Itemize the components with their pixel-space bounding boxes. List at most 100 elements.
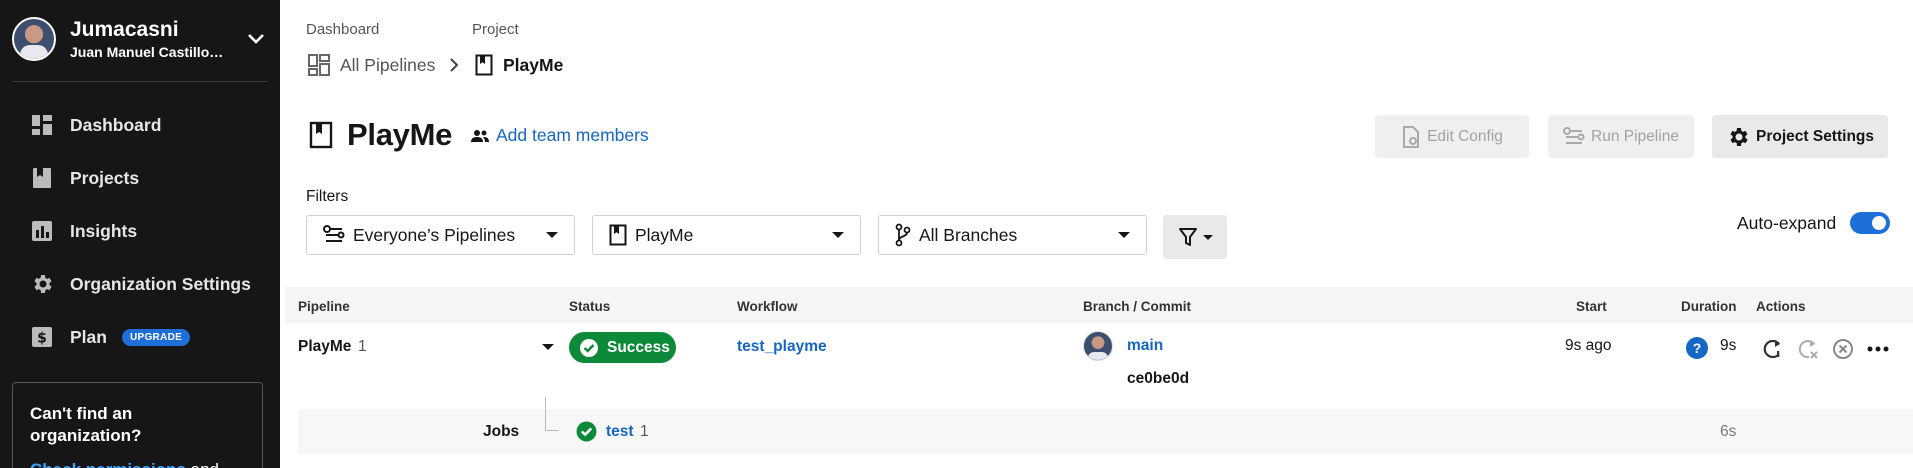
job-link[interactable]: test — [606, 423, 634, 441]
bookmark-icon — [309, 121, 333, 149]
avatar — [1083, 331, 1113, 361]
org-help-title: Can't find an organization? — [30, 404, 142, 445]
check-circle-icon — [579, 338, 599, 358]
project-settings-button[interactable]: Project Settings — [1712, 115, 1888, 158]
org-switcher[interactable]: Jumacasni Juan Manuel Castillo… — [12, 17, 268, 61]
run-pipeline-button[interactable]: Run Pipeline — [1548, 115, 1694, 158]
sidebar-item-insights[interactable]: Insights — [29, 216, 137, 246]
pipeline-number: 1 — [358, 338, 367, 355]
tree-connector — [545, 397, 559, 431]
breadcrumb-label-dashboard: Dashboard — [306, 21, 380, 38]
expand-row-caret-icon[interactable] — [542, 344, 554, 350]
dashboard-icon — [29, 112, 55, 138]
sidebar-item-projects[interactable]: Projects — [29, 163, 139, 193]
branch-icon — [895, 223, 911, 247]
org-help-text-after: and — [186, 460, 219, 468]
projects-icon — [29, 165, 55, 191]
cancel-icon[interactable] — [1831, 337, 1855, 361]
sidebar-item-label: Organization Settings — [70, 273, 251, 294]
org-help-text: Check permissions and — [30, 459, 245, 468]
more-filters-button[interactable] — [1163, 215, 1227, 259]
breadcrumb-label-project: Project — [472, 21, 519, 38]
project-filter-select[interactable]: PlayMe — [592, 215, 861, 255]
sidebar: Jumacasni Juan Manuel Castillo… Dashboar… — [0, 0, 280, 468]
pipeline-icon — [1563, 126, 1585, 147]
column-header-status: Status — [569, 299, 611, 314]
bookmark-icon — [475, 54, 493, 76]
org-name: Jumacasni — [70, 18, 179, 41]
branches-filter-value: All Branches — [919, 224, 1018, 245]
insights-icon — [29, 218, 55, 244]
sidebar-item-organization-settings[interactable]: Organization Settings — [29, 269, 251, 299]
edit-config-label: Edit Config — [1427, 127, 1503, 145]
add-team-members-link[interactable]: Add team members — [470, 125, 649, 146]
caret-down-icon — [1202, 234, 1213, 240]
column-header-duration: Duration — [1681, 299, 1737, 314]
column-header-branch-commit: Branch / Commit — [1083, 299, 1192, 314]
caret-down-icon — [832, 232, 844, 238]
more-options-icon[interactable] — [1866, 337, 1890, 361]
project-filter-value: PlayMe — [635, 224, 694, 245]
branch-link[interactable]: main — [1127, 337, 1163, 355]
project-settings-label: Project Settings — [1756, 127, 1874, 145]
gear-icon — [29, 271, 55, 297]
sidebar-item-label: Dashboard — [70, 114, 162, 135]
auto-expand-toggle[interactable] — [1850, 212, 1891, 234]
help-icon[interactable]: ? — [1686, 337, 1708, 359]
job-duration: 6s — [1720, 423, 1737, 440]
avatar — [12, 17, 56, 61]
pipeline-icon — [323, 225, 345, 245]
status-label: Success — [607, 338, 670, 356]
rerun-failed-icon[interactable] — [1796, 337, 1820, 361]
gear-icon — [1726, 125, 1750, 149]
file-gear-icon — [1401, 125, 1421, 148]
breadcrumb-project[interactable]: PlayMe — [475, 54, 563, 76]
check-permissions-link[interactable]: Check permissions — [30, 460, 186, 468]
pipeline-name[interactable]: PlayMe — [298, 338, 351, 356]
filters-label: Filters — [306, 188, 349, 205]
sidebar-item-label: Insights — [70, 220, 138, 241]
column-header-pipeline: Pipeline — [298, 299, 350, 314]
run-pipeline-label: Run Pipeline — [1591, 127, 1679, 145]
org-help-card: Can't find an organization? Check permis… — [12, 382, 263, 468]
jobs-row — [298, 409, 1913, 454]
branches-filter-select[interactable]: All Branches — [878, 215, 1147, 255]
caret-down-icon — [546, 232, 558, 238]
breadcrumb-item-label: PlayMe — [503, 54, 564, 75]
dashboard-icon — [308, 54, 330, 76]
auto-expand-label: Auto-expand — [1737, 212, 1837, 233]
sidebar-item-label: Plan — [70, 326, 107, 347]
job-number: 1 — [640, 423, 649, 440]
sidebar-item-dashboard[interactable]: Dashboard — [29, 110, 161, 140]
sidebar-item-plan[interactable]: $ Plan UPGRADE — [29, 322, 191, 352]
workflow-link[interactable]: test_playme — [737, 338, 827, 356]
commit-hash[interactable]: ce0be0d — [1127, 370, 1189, 388]
column-header-workflow: Workflow — [737, 299, 798, 314]
column-header-actions: Actions — [1756, 299, 1806, 314]
sidebar-item-label: Projects — [70, 167, 140, 188]
breadcrumb-all-pipelines[interactable]: All Pipelines — [308, 54, 435, 76]
upgrade-badge[interactable]: UPGRADE — [121, 328, 191, 346]
chevron-down-icon[interactable] — [244, 27, 268, 51]
add-team-members-label: Add team members — [496, 125, 649, 145]
check-circle-icon — [576, 421, 597, 442]
user-name: Juan Manuel Castillo… — [70, 44, 224, 60]
pipelines-filter-select[interactable]: Everyone’s Pipelines — [306, 215, 575, 255]
svg-text:$: $ — [37, 331, 47, 347]
duration-value: 9s — [1720, 337, 1737, 354]
bookmark-icon — [609, 224, 627, 246]
status-badge[interactable]: Success — [569, 332, 676, 363]
page-title: PlayMe — [309, 117, 452, 153]
auto-expand-control: Auto-expand — [1737, 212, 1891, 234]
dollar-icon: $ — [29, 324, 55, 350]
caret-down-icon — [1118, 232, 1130, 238]
people-icon — [470, 129, 490, 143]
breadcrumb-item-label: All Pipelines — [340, 54, 436, 75]
chevron-right-icon — [449, 54, 459, 76]
jobs-label: Jobs — [483, 423, 520, 440]
edit-config-button[interactable]: Edit Config — [1375, 115, 1529, 158]
funnel-icon — [1178, 227, 1198, 247]
rerun-icon[interactable] — [1761, 337, 1785, 361]
project-title: PlayMe — [347, 117, 453, 152]
column-header-start: Start — [1576, 299, 1607, 314]
